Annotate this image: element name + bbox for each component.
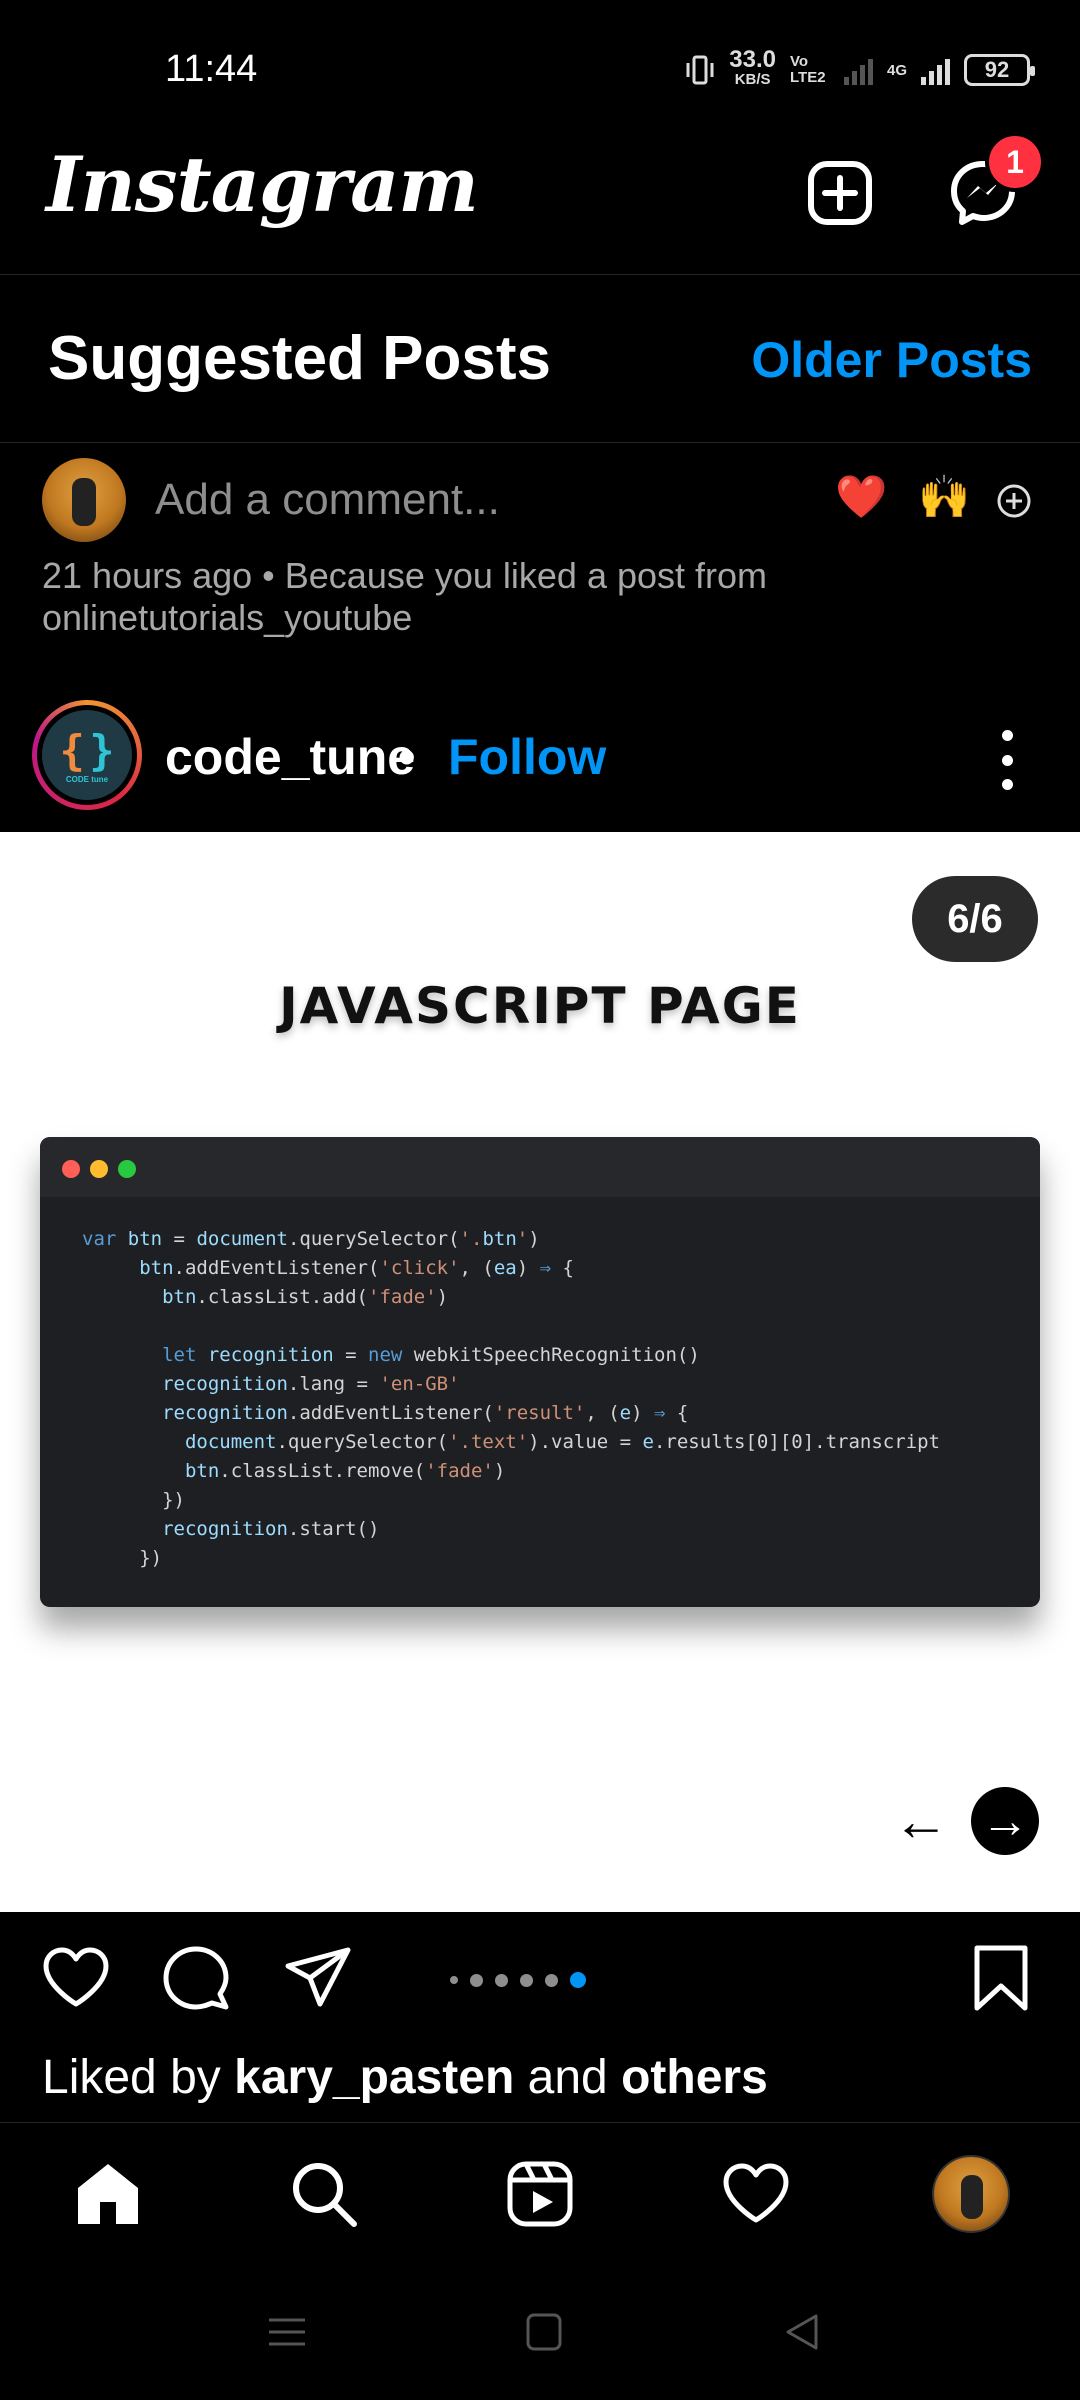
code-line: btn.classList.remove('fade')	[184, 1460, 506, 1482]
signal-sim2-icon	[921, 55, 950, 85]
reels-icon[interactable]	[504, 2158, 576, 2230]
bottom-nav	[0, 2122, 1080, 2262]
follow-button[interactable]: Follow	[448, 728, 606, 786]
code-line: })	[82, 1547, 163, 1569]
code-line: recognition.addEventListener('result', (…	[162, 1402, 689, 1424]
arrow-left-icon: ←	[893, 1789, 949, 1852]
carousel-dot	[450, 1976, 458, 1984]
volte-label: Vo LTE2	[789, 53, 826, 86]
system-home-icon[interactable]	[522, 2312, 566, 2352]
vibrate-icon	[686, 55, 714, 85]
share-icon[interactable]	[282, 1942, 354, 2014]
liked-others[interactable]: others	[621, 2051, 768, 2104]
story-ring[interactable]: { } CODE tune	[32, 700, 142, 810]
liked-user[interactable]: kary_pasten	[234, 2051, 514, 2104]
avatar	[42, 458, 126, 542]
code-line: btn.addEventListener('click', (ea) ⇒ {	[139, 1257, 574, 1279]
carousel-dot	[545, 1973, 558, 1987]
comment-icon[interactable]	[160, 1942, 232, 2014]
recent-apps-icon[interactable]	[265, 2312, 309, 2352]
carousel-dot	[495, 1973, 508, 1987]
code-line: document.querySelector('.text').value = …	[184, 1431, 940, 1453]
post-header: { } CODE tune code_tune • Follow	[0, 690, 1080, 830]
status-time: 11:44	[165, 48, 258, 90]
search-icon[interactable]	[288, 2158, 360, 2230]
like-icon[interactable]	[40, 1942, 112, 2014]
comment-row: Add a comment... ❤️ 🙌	[0, 443, 1080, 563]
slide-arrows: ← →	[893, 1787, 1039, 1855]
profile-avatar[interactable]	[932, 2155, 1010, 2233]
status-bar: 11:44 33.0 KB/S Vo LTE2 4G 92	[0, 0, 1080, 140]
section-title: Suggested Posts	[48, 324, 551, 393]
carousel-dot	[470, 1973, 483, 1987]
system-nav-bar	[0, 2262, 1080, 2400]
code-window: var btn = document.querySelector('.btn')…	[40, 1137, 1040, 1607]
new-post-icon[interactable]	[805, 158, 875, 228]
close-dot-icon	[62, 1160, 80, 1178]
minimize-dot-icon	[90, 1160, 108, 1178]
network-type: 4G	[886, 61, 907, 79]
battery-indicator: 92	[964, 54, 1035, 86]
code-line: recognition.start()	[162, 1518, 380, 1540]
carousel-dot-active	[570, 1972, 586, 1988]
carousel-dots	[450, 1972, 586, 1988]
slide-title: JAVASCRIPT PAGE	[279, 977, 801, 1035]
app-header: Instagram	[0, 140, 1080, 275]
code-line: btn.classList.add('fade')	[162, 1286, 449, 1308]
post-meta: 21 hours ago • Because you liked a post …	[42, 555, 768, 638]
suggested-posts-section: Suggested Posts Older Posts	[0, 275, 1080, 443]
carousel-counter: 6/6	[912, 876, 1038, 962]
instagram-logo[interactable]: Instagram	[46, 140, 479, 229]
network-speed: 33.0 KB/S	[729, 46, 776, 89]
code-line: let recognition = new webkitSpeechRecogn…	[162, 1344, 700, 1366]
liked-by[interactable]: Liked by kary_pasten and others	[42, 2050, 768, 2105]
carousel-dot	[520, 1973, 533, 1987]
system-back-icon[interactable]	[780, 2312, 824, 2352]
account-avatar: { } CODE tune	[42, 710, 132, 800]
heart-emoji-button[interactable]: ❤️	[835, 473, 887, 522]
older-posts-link[interactable]: Older Posts	[751, 331, 1032, 389]
post-actions	[0, 1912, 1080, 2042]
code-titlebar	[40, 1137, 1040, 1197]
status-icons: 33.0 KB/S Vo LTE2 4G 92	[685, 46, 1035, 90]
code-line: recognition.lang = 'en-GB'	[162, 1373, 460, 1395]
comment-input[interactable]: Add a comment...	[155, 475, 500, 525]
messages-badge: 1	[985, 132, 1045, 192]
raising-hands-emoji-button[interactable]: 🙌	[918, 473, 970, 522]
maximize-dot-icon	[118, 1160, 136, 1178]
code-line: })	[82, 1489, 185, 1511]
post-image[interactable]: 6/6 JAVASCRIPT PAGE var btn = document.q…	[0, 832, 1080, 1912]
more-options-icon[interactable]	[995, 730, 1019, 790]
arrow-right-icon: →	[971, 1787, 1039, 1855]
add-emoji-icon[interactable]	[996, 483, 1032, 519]
code-block: var btn = document.querySelector('.btn')…	[40, 1197, 1040, 1573]
home-icon[interactable]	[72, 2158, 144, 2230]
post-username[interactable]: code_tune	[165, 728, 415, 786]
signal-sim1-icon	[843, 55, 873, 85]
code-line: var btn = document.querySelector('.btn')	[82, 1228, 540, 1250]
separator-dot: •	[398, 729, 416, 785]
activity-heart-icon[interactable]	[720, 2158, 792, 2230]
bookmark-icon[interactable]	[965, 1942, 1037, 2014]
